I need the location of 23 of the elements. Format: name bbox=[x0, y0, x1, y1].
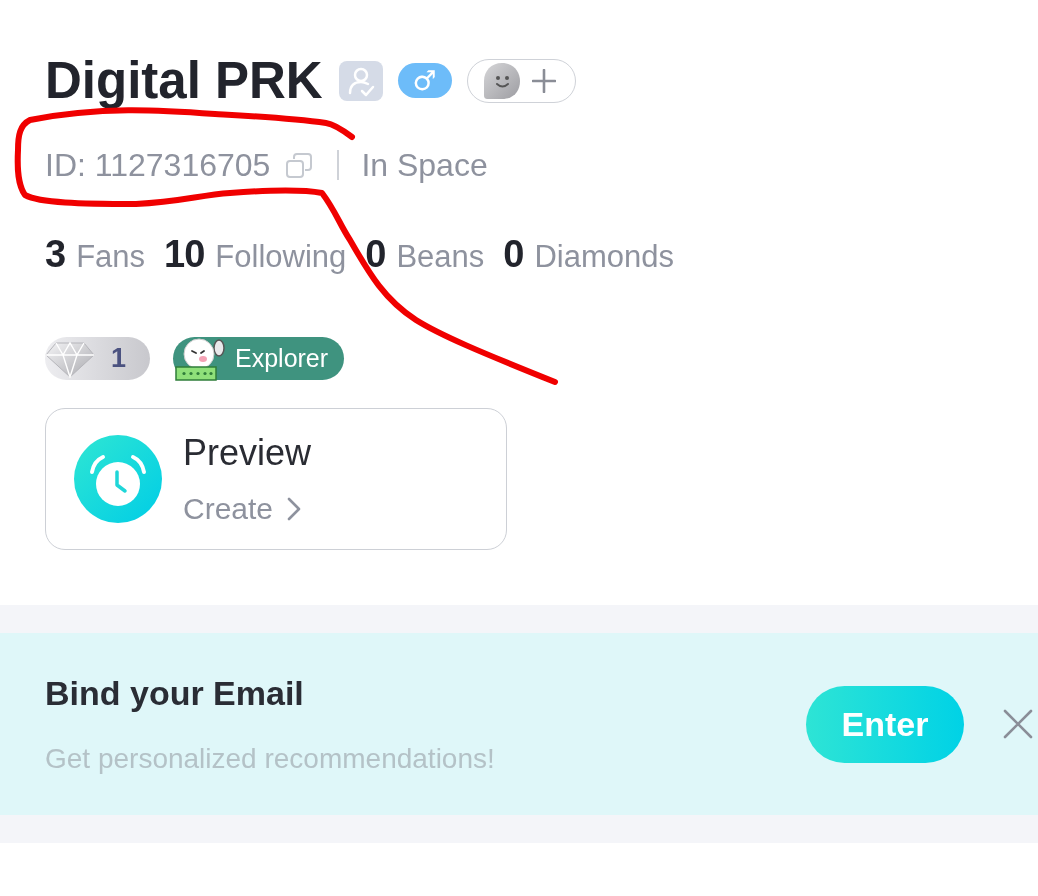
stat-link[interactable]: 0 Diamonds bbox=[503, 232, 675, 278]
stat-link[interactable]: 3 Fans bbox=[45, 232, 146, 278]
close-icon[interactable] bbox=[1003, 709, 1033, 739]
diamond-icon bbox=[45, 339, 95, 378]
banner-title: Bind your Email bbox=[45, 672, 305, 713]
plus-icon bbox=[531, 68, 556, 93]
location-status: In Space bbox=[361, 145, 488, 185]
stat-link[interactable]: 0 Beans bbox=[365, 232, 485, 278]
level-number: 1 bbox=[111, 342, 127, 376]
level-badge[interactable]: 1 bbox=[45, 337, 150, 380]
copy-icon[interactable] bbox=[286, 152, 313, 178]
preview-title: Preview bbox=[183, 431, 312, 475]
gender-badge: ♂ bbox=[397, 63, 452, 98]
profile-name: Digital PRK bbox=[45, 55, 323, 106]
chevron-right-icon bbox=[287, 496, 302, 521]
badge-label: Explorer bbox=[235, 342, 329, 374]
add-badge-button[interactable] bbox=[466, 58, 576, 103]
preview-card[interactable]: Preview Create bbox=[45, 408, 507, 550]
smiley-blob-icon bbox=[483, 62, 520, 99]
stat-link[interactable]: 10 Following bbox=[164, 232, 347, 278]
explorer-badge[interactable]: Explorer bbox=[173, 337, 345, 380]
alarm-clock-icon bbox=[74, 435, 162, 523]
user-id-text: ID: 1127316705 bbox=[45, 145, 271, 185]
